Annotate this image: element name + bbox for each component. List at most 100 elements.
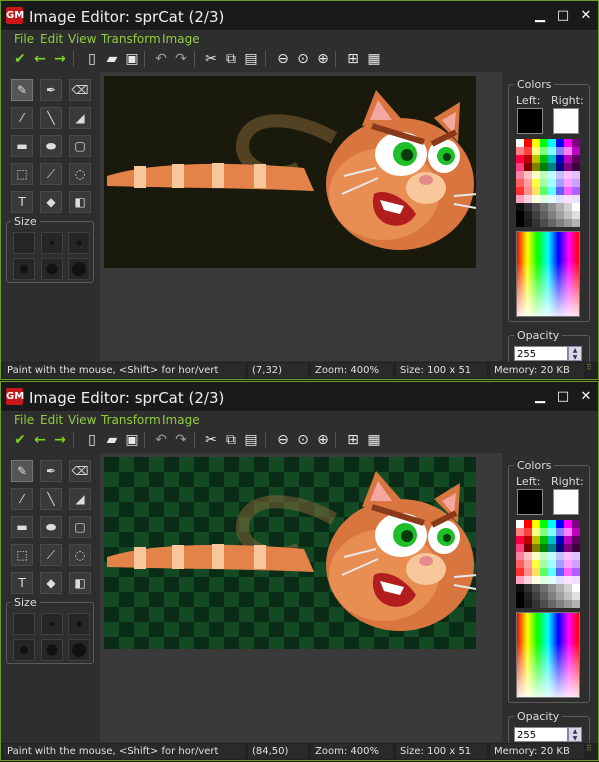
palette-color[interactable] (564, 211, 572, 219)
palette-color[interactable] (516, 544, 524, 552)
palette-color[interactable] (524, 560, 532, 568)
copy-icon[interactable]: ⧉ (222, 50, 240, 68)
redo-icon[interactable]: ↷ (172, 50, 190, 68)
palette-color[interactable] (540, 219, 548, 227)
palette-color[interactable] (516, 560, 524, 568)
palette-color[interactable] (564, 163, 572, 171)
palette-color[interactable] (524, 576, 532, 584)
cut-icon[interactable]: ✂ (202, 50, 220, 68)
menu-image[interactable]: Image (162, 413, 200, 427)
palette-color[interactable] (556, 219, 564, 227)
palette-color[interactable] (572, 520, 580, 528)
color-picker-icon[interactable]: ⁄ (11, 488, 33, 510)
palette-color[interactable] (540, 584, 548, 592)
palette-color[interactable] (524, 528, 532, 536)
palette-color[interactable] (556, 139, 564, 147)
palette-color[interactable] (572, 163, 580, 171)
palette-color[interactable] (556, 528, 564, 536)
palette-color[interactable] (540, 139, 548, 147)
color-spectrum-picker[interactable] (516, 231, 580, 317)
palette-color[interactable] (564, 560, 572, 568)
image-icon[interactable]: ▦ (365, 431, 383, 449)
redo-arrow-icon[interactable]: → (51, 50, 69, 68)
maximize-button[interactable]: □ (554, 9, 572, 24)
palette-color[interactable] (532, 203, 540, 211)
spray-icon[interactable]: ✒ (40, 460, 62, 482)
undo-icon[interactable]: ↶ (152, 50, 170, 68)
grid-icon[interactable]: ⊞ (344, 431, 362, 449)
palette-color[interactable] (516, 584, 524, 592)
palette-color[interactable] (524, 211, 532, 219)
palette-color[interactable] (532, 568, 540, 576)
palette-color[interactable] (532, 147, 540, 155)
palette-color[interactable] (540, 187, 548, 195)
title-bar[interactable]: GM Image Editor: sprCat (2/3) ▁ □ ✕ (1, 382, 598, 412)
palette-color[interactable] (572, 536, 580, 544)
palette-color[interactable] (572, 219, 580, 227)
palette-color[interactable] (532, 219, 540, 227)
palette-color[interactable] (564, 552, 572, 560)
brush-size-option[interactable] (13, 232, 35, 254)
palette-color[interactable] (556, 203, 564, 211)
palette-color[interactable] (548, 219, 556, 227)
palette-color[interactable] (524, 139, 532, 147)
image-canvas[interactable] (104, 76, 476, 268)
polygon-icon[interactable]: ◢ (69, 107, 91, 129)
palette-color[interactable] (516, 568, 524, 576)
menu-view[interactable]: View (68, 32, 96, 46)
palette-color[interactable] (572, 584, 580, 592)
brush-size-option[interactable] (41, 258, 63, 280)
resize-grip-icon[interactable]: ⠿ (586, 745, 596, 758)
palette-color[interactable] (532, 187, 540, 195)
palette-color[interactable] (516, 600, 524, 608)
undo-arrow-icon[interactable]: ← (31, 50, 49, 68)
palette-color[interactable] (564, 536, 572, 544)
palette-color[interactable] (532, 600, 540, 608)
palette-color[interactable] (540, 179, 548, 187)
maximize-button[interactable]: □ (554, 390, 572, 405)
ellipse-icon[interactable]: ⬬ (40, 516, 62, 538)
palette-color[interactable] (548, 179, 556, 187)
new-icon[interactable]: ▯ (83, 50, 101, 68)
undo-arrow-icon[interactable]: ← (31, 431, 49, 449)
palette-color[interactable] (548, 600, 556, 608)
title-bar[interactable]: GM Image Editor: sprCat (2/3) ▁ □ ✕ (1, 1, 598, 31)
palette-color[interactable] (540, 203, 548, 211)
brush-size-option[interactable] (41, 639, 63, 661)
rounded-rect-icon[interactable]: ▢ (69, 516, 91, 538)
opacity-spinner[interactable]: ▲ ▼ (568, 727, 582, 742)
palette-color[interactable] (532, 163, 540, 171)
new-icon[interactable]: ▯ (83, 431, 101, 449)
palette-color[interactable] (564, 155, 572, 163)
open-icon[interactable]: ▰ (103, 431, 121, 449)
palette-color[interactable] (556, 211, 564, 219)
brush-size-option[interactable] (68, 613, 90, 635)
save-icon[interactable]: ▣ (123, 50, 141, 68)
palette-color[interactable] (556, 195, 564, 203)
palette-color[interactable] (540, 147, 548, 155)
palette-color[interactable] (540, 520, 548, 528)
palette-color[interactable] (556, 576, 564, 584)
palette-color[interactable] (572, 171, 580, 179)
palette-color[interactable] (572, 139, 580, 147)
palette-color[interactable] (532, 211, 540, 219)
palette-color[interactable] (556, 179, 564, 187)
palette-color[interactable] (524, 536, 532, 544)
palette-color[interactable] (516, 576, 524, 584)
palette-color[interactable] (572, 544, 580, 552)
pencil-icon[interactable]: ✎ (11, 79, 33, 101)
palette-color[interactable] (524, 179, 532, 187)
palette-color[interactable] (524, 584, 532, 592)
select-icon[interactable]: ⬚ (11, 544, 33, 566)
lasso-icon[interactable]: ◌ (69, 544, 91, 566)
palette-color[interactable] (548, 544, 556, 552)
palette-color[interactable] (556, 520, 564, 528)
minimize-button[interactable]: ▁ (531, 390, 549, 405)
zoom-reset-icon[interactable]: ⊙ (294, 50, 312, 68)
line-icon[interactable]: ╲ (40, 107, 62, 129)
palette-color[interactable] (564, 576, 572, 584)
palette-color[interactable] (564, 187, 572, 195)
opacity-input[interactable]: 255 (514, 346, 568, 361)
palette-color[interactable] (524, 155, 532, 163)
palette-color[interactable] (524, 592, 532, 600)
